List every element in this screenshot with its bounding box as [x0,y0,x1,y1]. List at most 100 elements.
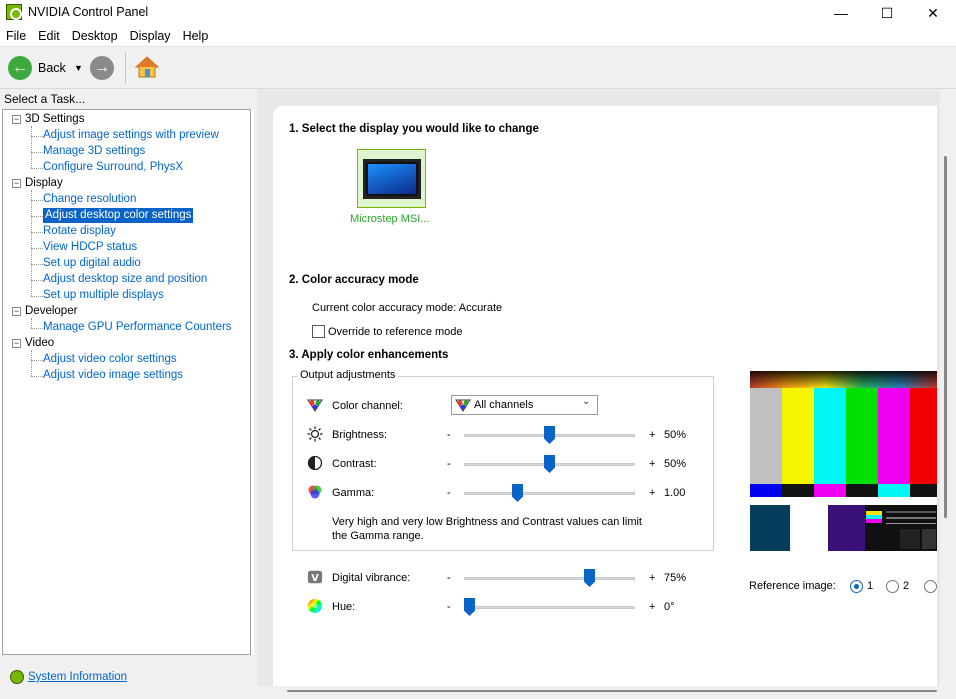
menu-help[interactable]: Help [177,26,215,46]
reference-radio-3[interactable] [924,580,937,593]
menu-display[interactable]: Display [124,26,177,46]
slider-track[interactable] [464,492,635,495]
tree-category[interactable]: Video [25,336,54,351]
vibrance-icon: V [307,569,323,585]
tree-item[interactable]: Manage GPU Performance Counters [43,320,232,335]
decrease-button[interactable]: - [447,572,451,584]
gamma-note: Very high and very low Brightness and Co… [332,516,642,542]
reference-radio-label[interactable]: 2 [903,580,909,592]
tree-connector [31,350,32,376]
vertical-scrollbar-thumb[interactable] [944,156,947,518]
tree-connector [31,232,43,233]
contrast-icon [307,455,323,471]
current-color-mode: Current color accuracy mode: Accurate [312,302,503,314]
override-checkbox[interactable] [312,325,325,338]
slider-track[interactable] [464,577,635,580]
slider-track[interactable] [464,606,635,609]
section-select-display: 1. Select the display you would like to … [289,123,539,135]
monitor-icon [362,158,421,199]
home-button[interactable] [134,54,160,80]
tree-item[interactable]: Adjust video image settings [43,368,183,383]
collapse-icon[interactable]: − [12,115,21,124]
tree-item[interactable]: Set up multiple displays [43,288,164,303]
decrease-button[interactable]: - [447,601,451,613]
minimize-button[interactable]: — [818,0,864,26]
display-name[interactable]: Microstep MSI... [350,213,429,225]
sun-icon [307,426,323,442]
increase-button[interactable]: + [649,601,655,613]
back-dropdown-icon[interactable]: ▼ [74,63,83,73]
menu-edit[interactable]: Edit [32,26,66,46]
collapse-icon[interactable]: − [12,339,21,348]
home-icon [134,56,160,78]
increase-button[interactable]: + [649,487,655,499]
tree-connector [31,168,43,169]
tree-item[interactable]: Adjust desktop size and position [43,272,207,287]
reference-test-pattern [750,371,937,551]
tree-item[interactable]: Rotate display [43,224,116,239]
menu-desktop[interactable]: Desktop [66,26,124,46]
color-channel-select[interactable]: All channels [451,395,598,415]
tree-connector [31,264,43,265]
task-panel-header: Select a Task... [0,89,254,109]
output-adjustments-title: Output adjustments [297,369,399,381]
slider-label: Gamma: [332,487,375,499]
color-channel-label: Color channel: [332,400,403,412]
system-information-link[interactable]: System Information [28,671,127,683]
tree-connector [31,248,43,249]
system-information[interactable]: System Information [10,670,127,684]
reference-image-label: Reference image: [749,580,836,592]
all-channels-icon [455,398,471,415]
tree-item[interactable]: Manage 3D settings [43,144,145,159]
display-tile[interactable] [357,149,426,208]
forward-button[interactable]: → [90,56,114,80]
tree-item[interactable]: Adjust video color settings [43,352,177,367]
task-tree: 3D Settings − Adjust image settings with p… [2,109,251,655]
menu-bar: File Edit Desktop Display Help [0,26,956,46]
tree-category[interactable]: 3D Settings [25,112,84,127]
reference-radio-1[interactable] [850,580,863,593]
tree-connector [31,136,43,137]
svg-text:V: V [311,573,319,584]
tree-item-selected[interactable]: Adjust desktop color settings [43,208,194,223]
tree-connector [31,360,43,361]
tree-item[interactable]: Set up digital audio [43,256,141,271]
tree-category[interactable]: Developer [25,304,77,319]
maximize-button[interactable]: ☐ [864,0,910,26]
decrease-button[interactable]: - [447,429,451,441]
hue-icon [307,598,323,614]
tree-item[interactable]: View HDCP status [43,240,137,255]
back-label: Back [38,61,66,75]
menu-file[interactable]: File [0,26,32,46]
collapse-icon[interactable]: − [12,179,21,188]
override-label[interactable]: Override to reference mode [328,326,463,338]
tree-item[interactable]: Adjust image settings with preview [43,128,219,143]
reference-radio-label[interactable]: 1 [867,580,873,592]
tree-connector [31,200,43,201]
back-button[interactable]: ← Back [8,56,66,80]
toolbar-separator [125,52,126,84]
tree-item[interactable]: Change resolution [43,192,136,207]
slider-label: Hue: [332,601,356,613]
increase-button[interactable]: + [649,572,655,584]
slider-label: Contrast: [332,458,377,470]
chevron-down-icon[interactable]: ⌄ [582,396,590,407]
tree-item[interactable]: Configure Surround, PhysX [43,160,183,175]
reference-radio-2[interactable] [886,580,899,593]
increase-button[interactable]: + [649,458,655,470]
tree-connector [31,216,43,217]
gamma-icon [307,484,323,500]
color-channel-value: All channels [474,399,534,411]
slider-value: 75% [664,572,687,584]
close-button[interactable]: ✕ [910,0,956,26]
window-title: NVIDIA Control Panel [28,5,149,19]
tree-category[interactable]: Display [25,176,63,191]
decrease-button[interactable]: - [447,487,451,499]
increase-button[interactable]: + [649,429,655,441]
horizontal-scrollbar[interactable] [257,686,940,699]
collapse-icon[interactable]: − [12,307,21,316]
decrease-button[interactable]: - [447,458,451,470]
slider-label: Digital vibrance: [332,572,411,584]
horizontal-scrollbar-thumb[interactable] [287,690,937,692]
vertical-scrollbar[interactable] [940,89,956,699]
